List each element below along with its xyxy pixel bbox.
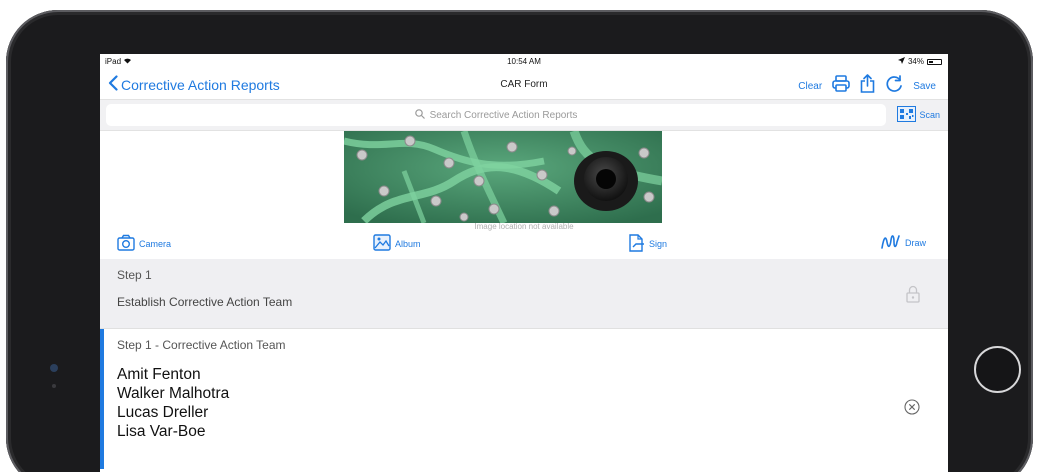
search-placeholder: Search Corrective Action Reports	[429, 109, 578, 121]
section-label: Step 1 - Corrective Action Team	[117, 338, 286, 352]
attachment-toolbar: Camera Album Sign Draw	[100, 227, 948, 259]
scan-label: Scan	[919, 110, 940, 120]
refresh-icon[interactable]	[885, 74, 903, 98]
team-member: Lisa Var-Boe	[117, 423, 206, 440]
battery-fill	[929, 60, 933, 63]
status-bar: iPad 10:54 AM 34%	[100, 54, 948, 70]
circuit-board-photo[interactable]	[344, 131, 662, 223]
circle-x-icon[interactable]	[904, 399, 920, 420]
nav-bar: Corrective Action Reports CAR Form Clear	[100, 70, 948, 100]
step-header[interactable]: Step 1 Establish Corrective Action Team	[100, 259, 948, 329]
team-member: Walker Malhotra	[117, 385, 230, 402]
magnifier-icon	[414, 108, 425, 122]
screen: iPad 10:54 AM 34% Corrective Action Repo…	[100, 54, 948, 472]
photo-album-icon	[373, 234, 391, 253]
photo-area: Image location not available	[100, 131, 948, 231]
save-button[interactable]: Save	[913, 81, 936, 92]
signature-document-icon	[627, 234, 645, 254]
camera-button[interactable]: Camera	[117, 234, 171, 253]
battery-icon	[927, 58, 942, 65]
search-input[interactable]: Search Corrective Action Reports	[106, 104, 886, 126]
status-time: 10:54 AM	[507, 57, 541, 66]
team-member: Amit Fenton	[117, 366, 201, 383]
draw-button[interactable]: Draw	[881, 234, 926, 252]
squiggle-draw-icon	[881, 234, 901, 252]
location-arrow-icon	[897, 57, 905, 66]
share-icon[interactable]	[860, 74, 875, 98]
step-title: Establish Corrective Action Team	[117, 295, 293, 309]
qr-code-icon	[897, 106, 917, 124]
step-label: Step 1	[117, 268, 152, 282]
draw-label: Draw	[905, 238, 927, 248]
team-list[interactable]: Amit Fenton Walker Malhotra Lucas Drelle…	[117, 365, 229, 441]
home-button[interactable]	[974, 346, 1021, 393]
battery-percent: 34%	[907, 57, 924, 66]
front-camera	[50, 364, 58, 372]
clear-button[interactable]: Clear	[798, 81, 822, 92]
team-section: Step 1 - Corrective Action Team Amit Fen…	[100, 329, 948, 469]
camera-icon	[117, 234, 135, 253]
sign-label: Sign	[649, 239, 668, 249]
search-bar: Search Corrective Action Reports Scan	[100, 100, 948, 131]
sign-button[interactable]: Sign	[627, 234, 667, 254]
printer-icon[interactable]	[832, 75, 851, 97]
team-member: Lucas Dreller	[117, 404, 209, 421]
scan-button[interactable]: Scan	[897, 106, 940, 124]
album-button[interactable]: Album	[373, 234, 421, 253]
lock-icon	[906, 285, 920, 308]
album-label: Album	[395, 238, 421, 249]
nav-actions: Clear Save	[798, 74, 936, 98]
camera-label: Camera	[139, 238, 172, 249]
front-sensor	[52, 384, 56, 388]
